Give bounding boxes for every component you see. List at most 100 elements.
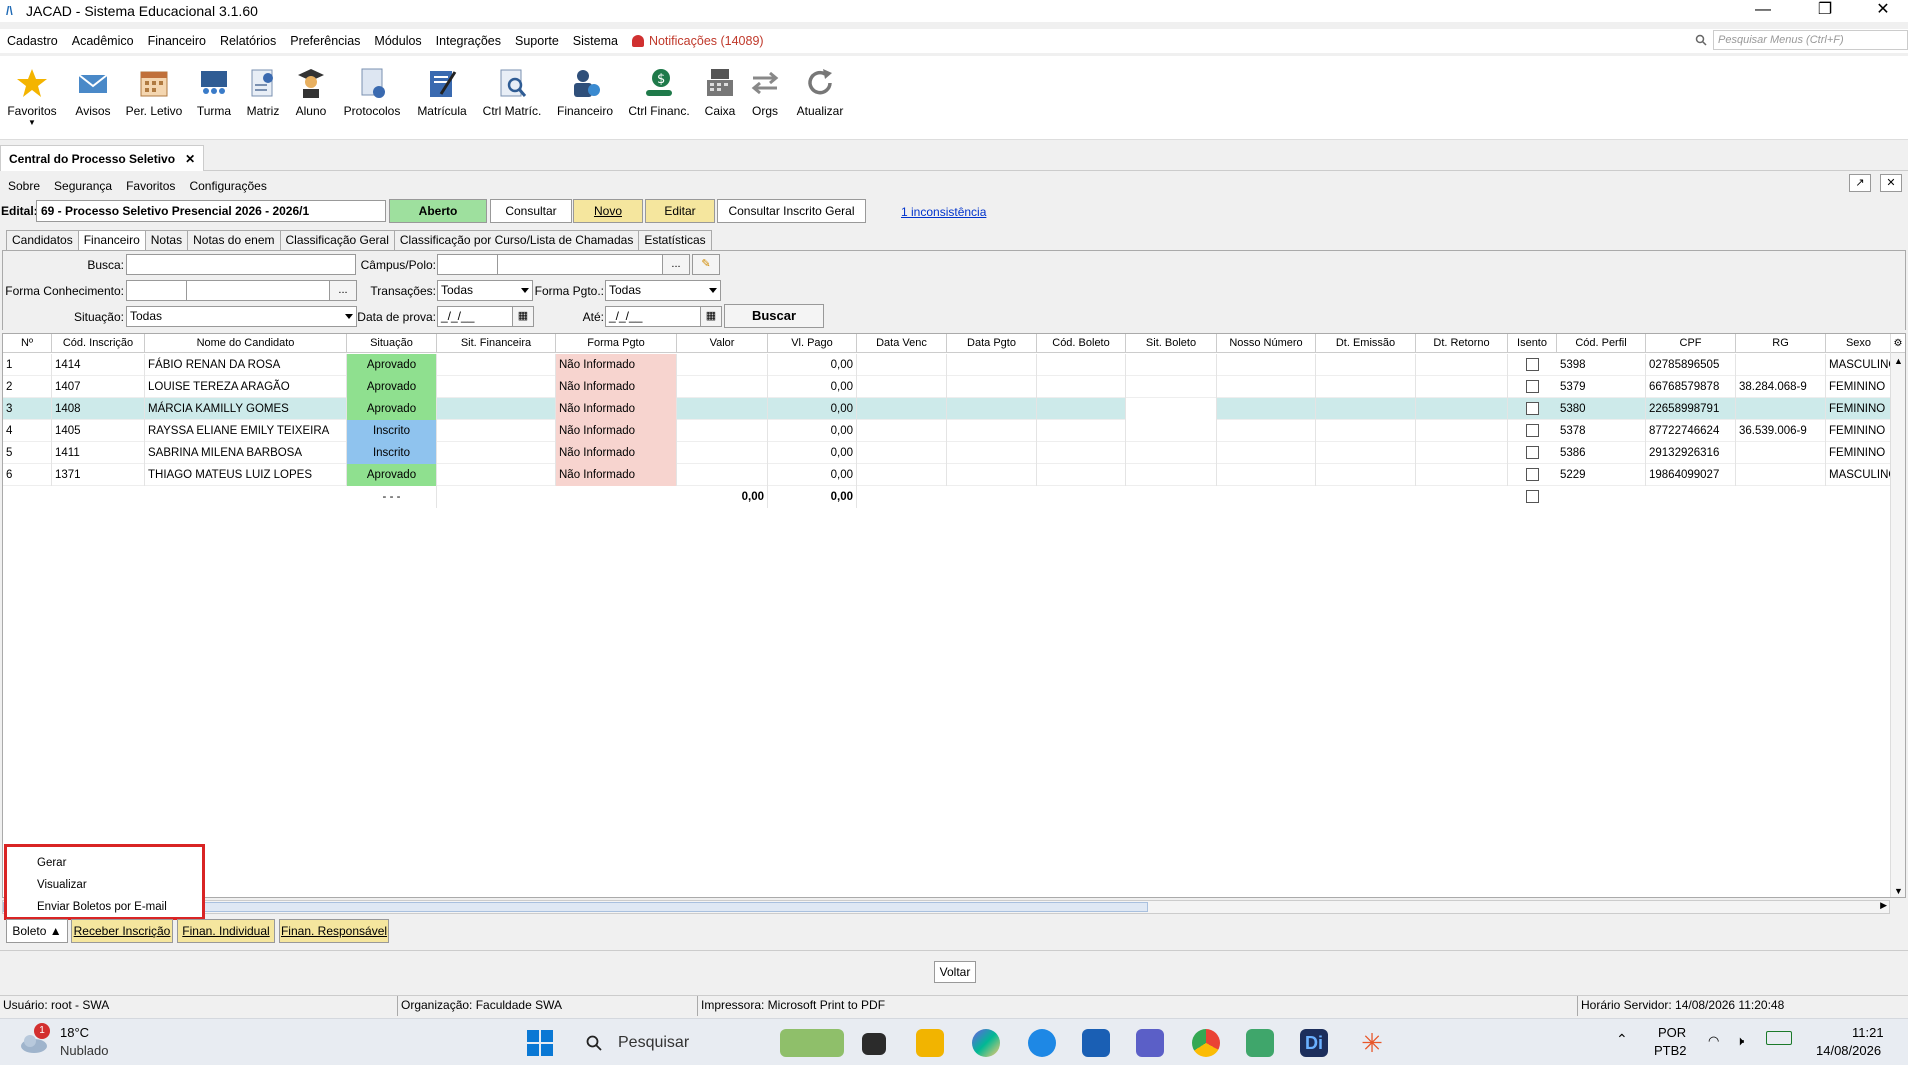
col-header-data-pgto[interactable]: Data Pgto <box>947 334 1037 353</box>
menu-favoritos[interactable]: Favoritos <box>126 179 175 193</box>
isento-checkbox[interactable] <box>1526 490 1539 503</box>
col-header-cod-inscricao[interactable]: Cód. Inscrição <box>52 334 145 353</box>
menu-financeiro[interactable]: Financeiro <box>148 34 206 48</box>
wifi-icon[interactable]: ◠ <box>1708 1033 1719 1049</box>
inconsistencia-link[interactable]: 1 inconsistência <box>901 205 986 219</box>
toolbar-protocolos[interactable]: Protocolos <box>340 66 404 118</box>
sunburst-app-icon[interactable]: ✳ <box>1358 1029 1386 1057</box>
menu-preferencias[interactable]: Preferências <box>290 34 360 48</box>
editar-button[interactable]: Editar <box>645 199 715 223</box>
col-header-rg[interactable]: RG <box>1736 334 1826 353</box>
tab-classificacao-geral[interactable]: Classificação Geral <box>279 230 395 250</box>
close-button[interactable]: ✕ <box>1860 0 1906 22</box>
weather-widget[interactable]: 1 <box>18 1023 52 1055</box>
isento-checkbox[interactable] <box>1526 402 1539 415</box>
tab-classificacao-curso[interactable]: Classificação por Curso/Lista de Chamada… <box>393 230 640 250</box>
situacao-select[interactable]: Todas <box>126 306 357 327</box>
pencil-icon[interactable]: ✎ <box>692 254 720 275</box>
busca-input[interactable] <box>126 254 356 275</box>
tab-financeiro[interactable]: Financeiro <box>77 230 146 250</box>
col-header-sit-boleto[interactable]: Sit. Boleto <box>1126 334 1217 353</box>
col-header-dt-emissao[interactable]: Dt. Emissão <box>1316 334 1416 353</box>
menu-item-gerar[interactable]: Gerar <box>37 857 66 869</box>
menu-cadastro[interactable]: Cadastro <box>7 34 58 48</box>
tab-candidatos[interactable]: Candidatos <box>6 230 79 250</box>
toolbar-ctrl-financ[interactable]: $ Ctrl Financ. <box>626 66 692 118</box>
col-header-sit-financeira[interactable]: Sit. Financeira <box>437 334 556 353</box>
menu-item-enviar-boletos[interactable]: Enviar Boletos por E-mail <box>37 901 167 913</box>
windows-start-icon[interactable] <box>526 1029 554 1057</box>
jacad-di-icon[interactable]: Di <box>1300 1029 1328 1057</box>
menu-suporte[interactable]: Suporte <box>515 34 559 48</box>
toolbar-caixa[interactable]: Caixa <box>702 66 738 118</box>
campus-name-input[interactable] <box>497 254 663 275</box>
col-header-sexo[interactable]: Sexo <box>1826 334 1892 353</box>
consultar-button[interactable]: Consultar <box>490 199 572 223</box>
toolbar-favoritos[interactable]: Favoritos ▼ <box>6 66 58 127</box>
maximize-button[interactable]: ❐ <box>1802 0 1848 22</box>
store-icon[interactable] <box>1082 1029 1110 1057</box>
novo-button[interactable]: Novo <box>573 199 643 223</box>
tab-notas-enem[interactable]: Notas do enem <box>187 230 281 250</box>
menu-academico[interactable]: Acadêmico <box>72 34 134 48</box>
boleto-button[interactable]: Boleto ▲ <box>6 919 68 943</box>
col-header-situacao[interactable]: Situação <box>347 334 437 353</box>
toolbar-atualizar[interactable]: Atualizar <box>792 66 848 118</box>
toolbar-turma[interactable]: Turma <box>194 66 234 118</box>
data-prova-input[interactable]: _/_/__ <box>437 306 513 327</box>
isento-checkbox[interactable] <box>1526 424 1539 437</box>
menu-sobre[interactable]: Sobre <box>8 179 40 193</box>
calendar-icon[interactable]: ▦ <box>512 306 534 327</box>
consultar-inscrito-geral-button[interactable]: Consultar Inscrito Geral <box>717 199 866 223</box>
external-window-icon[interactable]: ↗ <box>1849 174 1871 192</box>
horizontal-scrollbar[interactable]: ▶ <box>2 900 1890 914</box>
forma-conhecimento-lookup-button[interactable]: ... <box>329 280 357 301</box>
close-tab-icon[interactable]: ✕ <box>185 152 195 166</box>
buscar-button[interactable]: Buscar <box>724 304 824 328</box>
forma-pgto-select[interactable]: Todas <box>605 280 721 301</box>
voltar-button[interactable]: Voltar <box>934 961 976 983</box>
toolbar-per-letivo[interactable]: Per. Letivo <box>124 66 184 118</box>
menu-sistema[interactable]: Sistema <box>573 34 618 48</box>
isento-checkbox[interactable] <box>1526 358 1539 371</box>
clock-time[interactable]: 11:21 <box>1852 1025 1884 1040</box>
col-header-nome[interactable]: Nome do Candidato <box>145 334 347 353</box>
col-header-forma-pgto[interactable]: Forma Pgto <box>556 334 677 353</box>
teams-icon[interactable] <box>1136 1029 1164 1057</box>
isento-checkbox[interactable] <box>1526 468 1539 481</box>
col-header-valor[interactable]: Valor <box>677 334 768 353</box>
isento-checkbox[interactable] <box>1526 446 1539 459</box>
calendar-icon[interactable]: ▦ <box>700 306 722 327</box>
menu-item-visualizar[interactable]: Visualizar <box>37 879 87 891</box>
menu-integracoes[interactable]: Integrações <box>436 34 501 48</box>
lang-secondary[interactable]: PTB2 <box>1654 1043 1687 1058</box>
campus-lookup-button[interactable]: ... <box>662 254 690 275</box>
col-header-vl-pago[interactable]: Vl. Pago <box>768 334 857 353</box>
toolbar-aluno[interactable]: Aluno <box>292 66 330 118</box>
column-settings-icon[interactable]: ⚙ <box>1891 334 1905 353</box>
scroll-right-arrow[interactable]: ▶ <box>1880 900 1887 911</box>
transacoes-select[interactable]: Todas <box>437 280 533 301</box>
menu-relatorios[interactable]: Relatórios <box>220 34 276 48</box>
menu-seguranca[interactable]: Segurança <box>54 179 112 193</box>
isento-checkbox[interactable] <box>1526 380 1539 393</box>
task-view-icon[interactable] <box>862 1033 886 1055</box>
col-header-n[interactable]: Nº <box>3 334 52 353</box>
col-header-cod-boleto[interactable]: Cód. Boleto <box>1037 334 1126 353</box>
volume-muted-icon[interactable]: 🕨 <box>1736 1033 1744 1049</box>
tab-estatisticas[interactable]: Estatísticas <box>638 230 712 250</box>
notifications-menu[interactable]: Notificações (14089) <box>631 34 764 48</box>
col-header-data-venc[interactable]: Data Venc <box>857 334 947 353</box>
campus-code-input[interactable] <box>437 254 499 275</box>
col-header-cod-perfil[interactable]: Cód. Perfil <box>1557 334 1646 353</box>
copilot-icon[interactable] <box>972 1029 1000 1057</box>
tab-notas[interactable]: Notas <box>144 230 189 250</box>
menu-configuracoes[interactable]: Configurações <box>189 179 266 193</box>
col-header-dt-retorno[interactable]: Dt. Retorno <box>1416 334 1508 353</box>
taskbar-search[interactable]: Pesquisar <box>574 1027 774 1059</box>
clock-date[interactable]: 14/08/2026 <box>1816 1043 1881 1058</box>
ate-input[interactable]: _/_/__ <box>605 306 701 327</box>
chevron-up-icon[interactable]: ⌃ <box>1616 1031 1628 1048</box>
menu-search-input[interactable]: Pesquisar Menus (Ctrl+F) <box>1713 30 1908 50</box>
toolbar-orgs[interactable]: Orgs <box>748 66 782 118</box>
